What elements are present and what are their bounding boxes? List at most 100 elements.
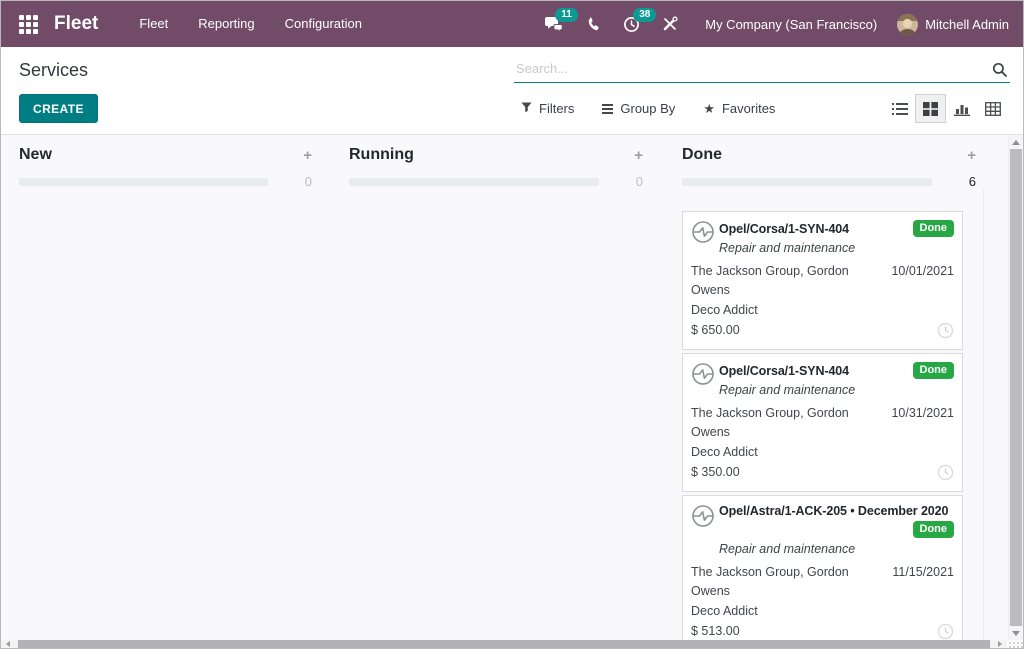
scroll-up-arrow[interactable] <box>1009 135 1023 149</box>
card-service-type: Repair and maintenance <box>719 540 954 558</box>
resize-grip <box>1007 640 1023 648</box>
activity-clock-icon[interactable] <box>937 623 954 640</box>
card-header-main: Opel/Astra/1-ACK-205 • December 2020 Don… <box>719 504 954 558</box>
kanban-column-header: New + <box>19 146 312 164</box>
graph-view-button[interactable] <box>946 94 977 123</box>
kanban-column: Done + 6 Opel/Corsa/1-SYN-404 Done Repai… <box>667 135 1000 640</box>
systray: 11 38 My Company (San Francisco) <box>534 1 1009 47</box>
vehicle-logo-icon <box>691 220 715 244</box>
horizontal-scrollbar[interactable] <box>1 640 1023 648</box>
card-title: Opel/Corsa/1-SYN-404 <box>719 364 849 378</box>
app-brand[interactable]: Fleet <box>54 13 98 35</box>
card-header: Opel/Corsa/1-SYN-404 Done Repair and mai… <box>691 220 954 257</box>
card-footer: $ 350.00 <box>691 463 954 482</box>
card-header-main: Opel/Corsa/1-SYN-404 Done Repair and mai… <box>719 362 954 399</box>
pivot-view-button[interactable] <box>977 94 1008 123</box>
apps-menu-icon[interactable] <box>19 15 38 34</box>
menu-configuration[interactable]: Configuration <box>270 1 377 47</box>
card-date: 11/15/2021 <box>892 563 954 601</box>
activity-clock-icon[interactable] <box>937 322 954 339</box>
card-partner: The Jackson Group, Gordon Owens <box>691 262 883 300</box>
tools-button[interactable] <box>651 1 689 47</box>
favorites-label: Favorites <box>722 101 775 116</box>
progress-bar[interactable] <box>349 178 599 186</box>
filters-dropdown[interactable]: Filters <box>521 101 574 116</box>
favorites-dropdown[interactable]: ★ Favorites <box>703 101 775 116</box>
create-button[interactable]: CREATE <box>19 94 98 123</box>
card-amount: $ 350.00 <box>691 463 937 482</box>
company-switcher[interactable]: My Company (San Francisco) <box>705 17 877 32</box>
card-date: 10/31/2021 <box>891 404 954 442</box>
kanban-view-button[interactable] <box>915 94 946 123</box>
scroll-left-arrow[interactable] <box>1 640 18 648</box>
top-navbar: Fleet Fleet Reporting Configuration 11 3… <box>1 1 1023 47</box>
kanban-board: New + 0 Running + 0 Done + 6 <box>1 135 1023 640</box>
group-by-dropdown[interactable]: Group By <box>602 101 675 116</box>
kanban-column-cards: Opel/Corsa/1-SYN-404 Done Repair and mai… <box>682 211 963 640</box>
card-partner: The Jackson Group, Gordon Owens <box>691 404 883 442</box>
card-vendor: Deco Addict <box>691 602 954 621</box>
page-title: Services <box>19 60 88 81</box>
search-bar <box>514 55 1010 83</box>
vehicle-logo-icon <box>691 362 715 386</box>
messages-button[interactable]: 11 <box>534 1 575 47</box>
search-input[interactable] <box>514 55 984 82</box>
list-view-button[interactable] <box>884 94 915 123</box>
kanban-column-title: New <box>19 146 268 164</box>
vertical-scrollbar-thumb[interactable] <box>1010 149 1022 626</box>
card-partner-row: The Jackson Group, Gordon Owens 10/01/20… <box>691 262 954 300</box>
filter-toolbar: Filters Group By ★ Favorites <box>521 94 775 123</box>
vehicle-logo-icon <box>691 504 715 528</box>
kanban-column-header: Running + <box>349 146 643 164</box>
app-window: Fleet Fleet Reporting Configuration 11 3… <box>0 0 1024 649</box>
horizontal-scrollbar-thumb[interactable] <box>18 640 990 648</box>
card-partner-row: The Jackson Group, Gordon Owens 11/15/20… <box>691 563 954 601</box>
user-avatar[interactable] <box>897 14 918 35</box>
filters-label: Filters <box>539 101 574 116</box>
add-record-button[interactable]: + <box>932 148 976 163</box>
scroll-right-arrow[interactable] <box>990 640 1007 648</box>
group-by-icon <box>602 104 613 114</box>
card-amount: $ 650.00 <box>691 321 937 340</box>
add-record-button[interactable]: + <box>599 148 643 163</box>
kanban-column-progress: 0 <box>19 174 312 189</box>
kanban-card[interactable]: Opel/Corsa/1-SYN-404 Done Repair and mai… <box>682 211 963 350</box>
kanban-column-title: Done <box>682 146 932 164</box>
control-panel: Services CREATE Filters Group By ★ Favor… <box>1 47 1023 135</box>
card-service-type: Repair and maintenance <box>719 239 954 257</box>
activity-clock-icon[interactable] <box>937 464 954 481</box>
status-badge: Done <box>913 362 955 379</box>
card-service-type: Repair and maintenance <box>719 381 954 399</box>
card-title-row: Opel/Astra/1-ACK-205 • December 2020 Don… <box>719 504 954 538</box>
card-vendor: Deco Addict <box>691 301 954 320</box>
card-title-row: Opel/Corsa/1-SYN-404 Done <box>719 220 954 237</box>
kanban-column-progress: 0 <box>349 174 643 189</box>
card-footer: $ 513.00 <box>691 622 954 640</box>
done-column-border <box>983 189 984 640</box>
kanban-column-progress: 6 <box>682 174 976 189</box>
add-record-button[interactable]: + <box>268 148 312 163</box>
progress-bar[interactable] <box>19 178 268 186</box>
card-partner: The Jackson Group, Gordon Owens <box>691 563 884 601</box>
activities-button[interactable]: 38 <box>612 1 651 47</box>
kanban-card[interactable]: Opel/Astra/1-ACK-205 • December 2020 Don… <box>682 495 963 640</box>
column-record-count: 0 <box>290 174 312 189</box>
menu-fleet[interactable]: Fleet <box>124 1 183 47</box>
tools-icon <box>662 16 678 32</box>
search-icon[interactable] <box>992 62 1008 83</box>
group-by-label: Group By <box>620 101 675 116</box>
column-record-count: 6 <box>954 174 976 189</box>
phone-icon <box>586 17 601 32</box>
vertical-scrollbar[interactable] <box>1008 135 1023 640</box>
card-amount: $ 513.00 <box>691 622 937 640</box>
kanban-card[interactable]: Opel/Corsa/1-SYN-404 Done Repair and mai… <box>682 353 963 492</box>
scroll-down-arrow[interactable] <box>1009 626 1023 640</box>
menu-reporting[interactable]: Reporting <box>183 1 269 47</box>
phone-button[interactable] <box>575 1 612 47</box>
progress-bar[interactable] <box>682 178 932 186</box>
filter-funnel-icon <box>521 101 532 116</box>
card-vendor: Deco Addict <box>691 443 954 462</box>
user-menu[interactable]: Mitchell Admin <box>925 17 1009 32</box>
status-badge: Done <box>913 521 955 538</box>
column-record-count: 0 <box>621 174 643 189</box>
